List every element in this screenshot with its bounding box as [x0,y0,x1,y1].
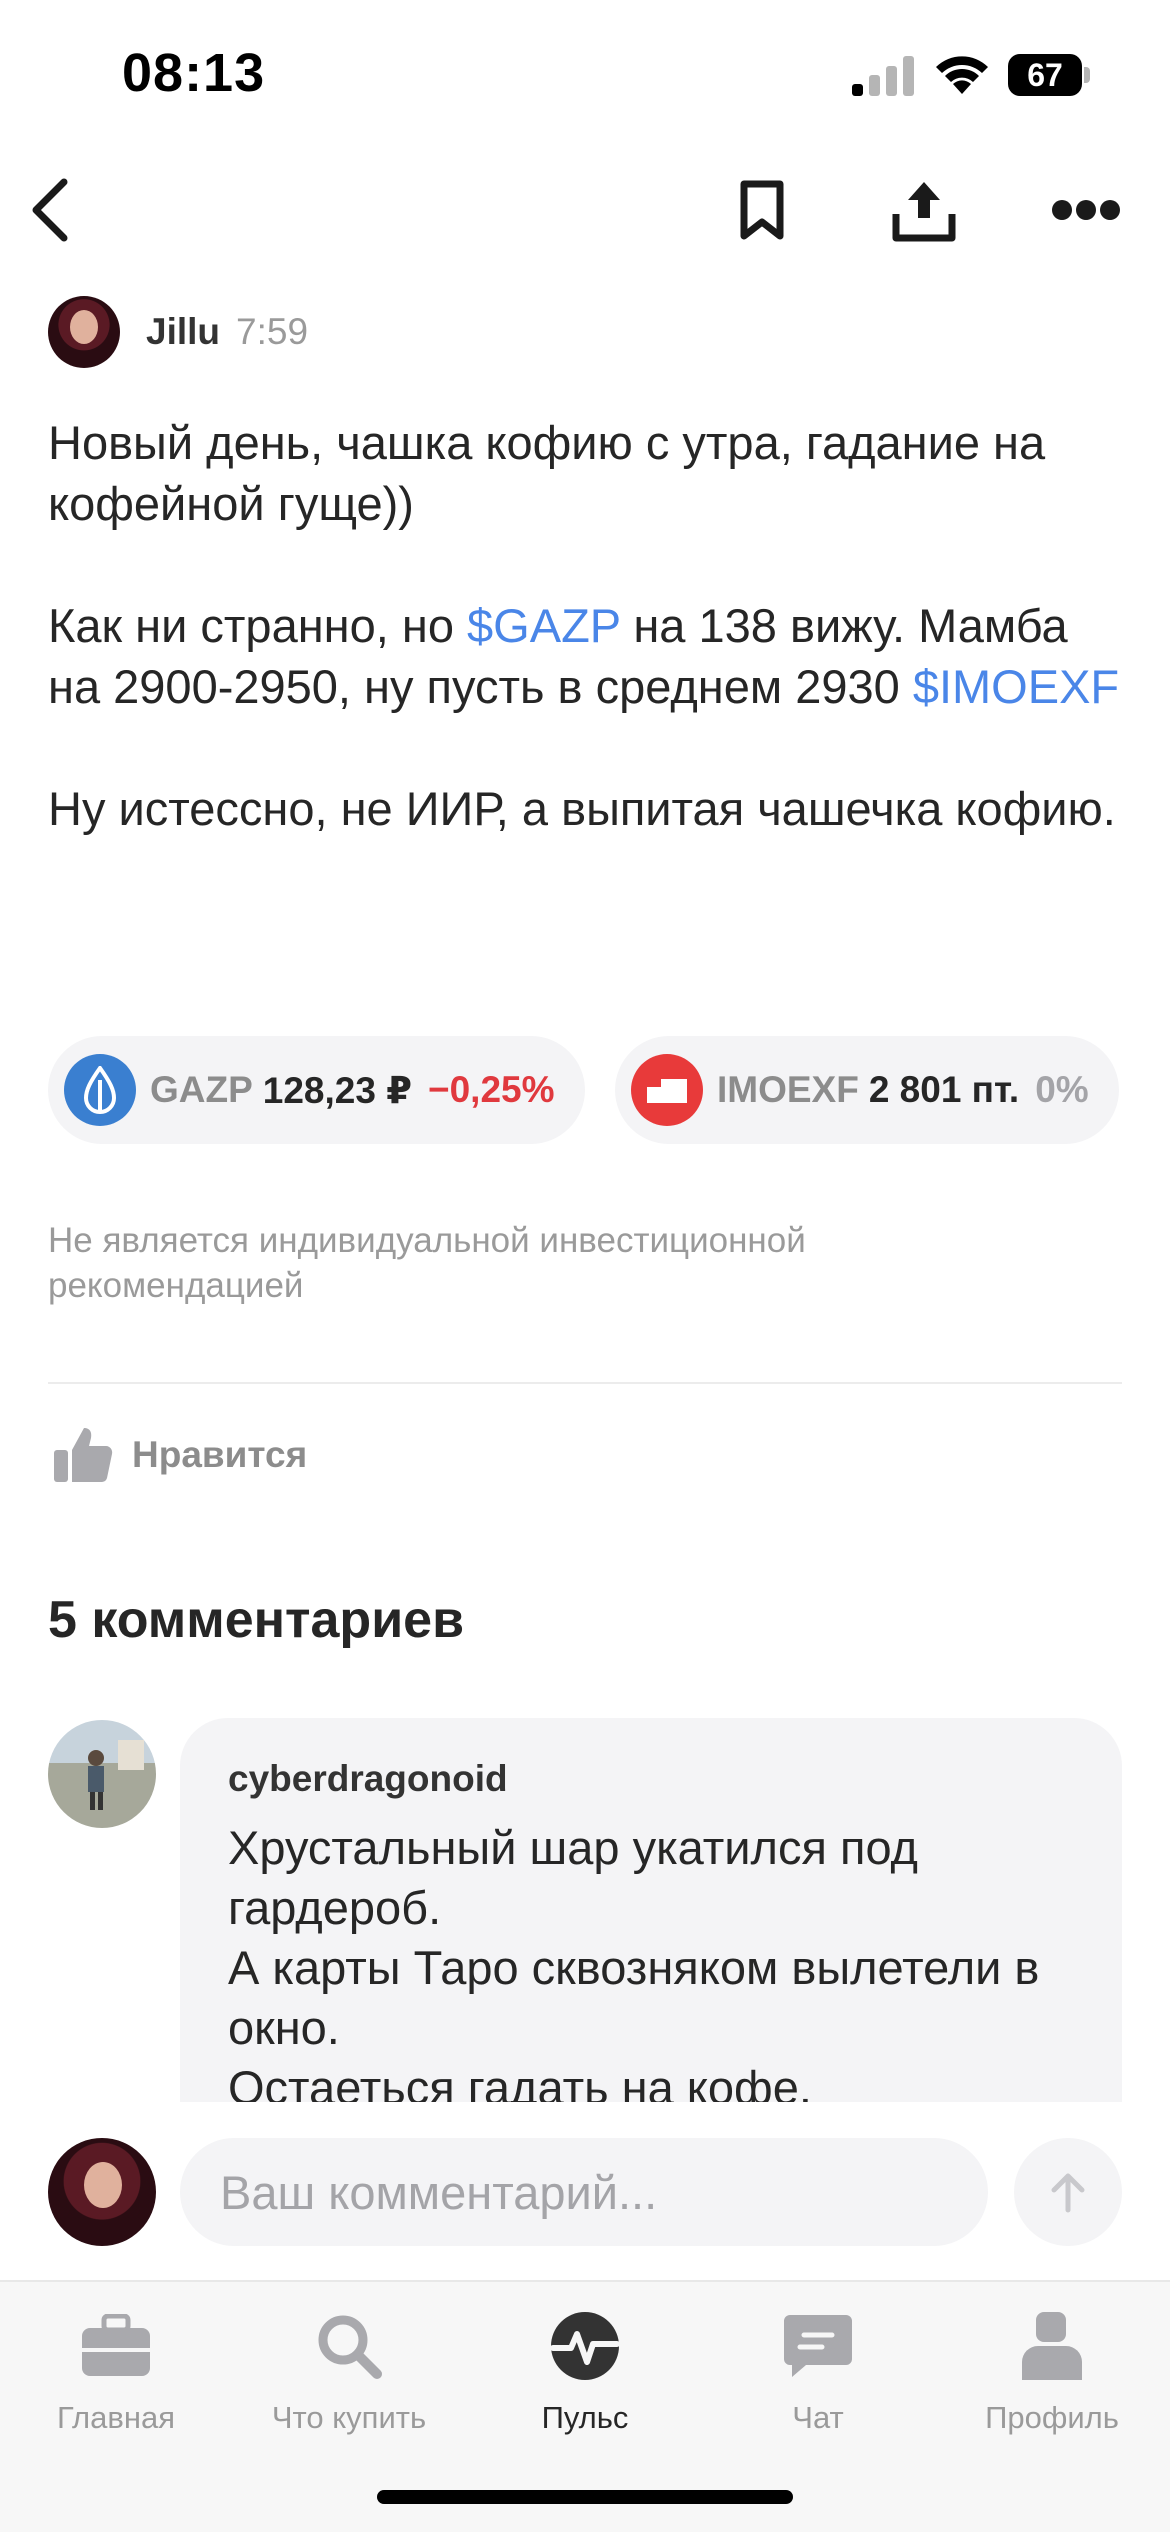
home-indicator[interactable] [377,2490,793,2504]
post-paragraph: Как ни странно, но $GAZP на 138 вижу. Ма… [48,595,1128,717]
tab-label: Пульс [541,2400,629,2435]
chip-change: −0,25% [427,1069,555,1110]
tab-home[interactable]: Главная [16,2306,216,2456]
cellular-signal-icon [852,56,914,96]
my-avatar [48,2138,156,2246]
ticker-link-gazp[interactable]: $GAZP [467,599,620,652]
post-body: Новый день, чашка кофию с утра, гадание … [48,412,1128,839]
post-author[interactable]: Jillu 7:59 [48,296,308,368]
chip-price: 128,23 ₽ [262,1069,412,1111]
share-icon [892,182,956,242]
chip-ticker: GAZP [150,1069,253,1110]
comment-text: Хрустальный шар укатился под гардероб. А… [228,1821,1040,2102]
commenter-photo [88,1740,144,1810]
battery-tip [1084,67,1090,83]
ticker-chips: GAZP 128,23 ₽ −0,25% IMOEXF 2 801 пт. 0% [48,1036,1170,1144]
ticker-chip-imoexf[interactable]: IMOEXF 2 801 пт. 0% [614,1036,1119,1144]
bookmark-icon [740,180,784,240]
ticker-chip-gazp[interactable]: GAZP 128,23 ₽ −0,25% [48,1036,585,1144]
briefcase-icon [76,2306,156,2386]
comment-bubble[interactable]: cyberdragonoid Хрустальный шар укатился … [180,1718,1122,2102]
post-text-segment: Как ни странно, но [48,599,468,652]
like-button[interactable]: Нравится [52,1414,307,1496]
battery-level: 67 [1008,54,1082,96]
more-icon [1052,200,1120,220]
commenter-avatar[interactable] [48,1720,156,1828]
comment-author[interactable]: cyberdragonoid [228,1758,1074,1800]
chevron-left-icon [32,178,68,242]
share-button[interactable] [884,170,964,250]
thumbs-up-icon [54,1428,113,1482]
moex-logo-icon [630,1054,703,1126]
comment-input[interactable] [180,2138,988,2246]
tab-label: Что купить [271,2400,427,2435]
post-header [0,150,1170,270]
arrow-up-icon [1051,2173,1085,2213]
chip-change: 0% [1035,1069,1089,1110]
tab-profile[interactable]: Профиль [952,2306,1152,2456]
chip-price: 2 801 пт. [868,1069,1020,1110]
post-paragraph: Ну истессно, не ИИР, а выпитая чашечка к… [48,782,1116,835]
wifi-icon [936,56,988,94]
pulse-icon [545,2306,625,2386]
post-paragraph: Новый день, чашка кофию с утра, гадание … [48,416,1046,530]
tab-label: Профиль [985,2400,1119,2435]
chip-ticker: IMOEXF [716,1069,859,1110]
tab-label: Чат [792,2400,844,2435]
comments-title: 5 комментариев [48,1591,465,1649]
search-icon [309,2306,389,2386]
comment-composer [0,2104,1170,2280]
profile-icon [1012,2306,1092,2386]
post-time: 7:59 [236,311,309,352]
author-name[interactable]: Jillu [146,311,220,353]
chat-icon [778,2306,858,2386]
status-time: 08:13 [122,43,266,103]
back-button[interactable] [10,170,90,250]
divider [48,1382,1122,1384]
like-label: Нравится [132,1434,308,1475]
status-bar: 08:13 67 [0,0,1170,150]
send-button[interactable] [1014,2138,1122,2246]
disclaimer: Не является индивидуальной инвестиционно… [48,1221,806,1305]
tab-what-to-buy[interactable]: Что купить [249,2306,449,2456]
tab-pulse[interactable]: Пульс [485,2306,685,2456]
tab-chat[interactable]: Чат [718,2306,918,2456]
ticker-link-imoexf[interactable]: $IMOEXF [913,660,1119,713]
gazprom-logo-icon [64,1054,136,1126]
more-button[interactable] [1046,170,1126,250]
tab-label: Главная [57,2400,175,2435]
author-avatar[interactable] [48,296,120,368]
battery-icon: 67 [1008,54,1090,96]
bookmark-button[interactable] [722,170,802,250]
